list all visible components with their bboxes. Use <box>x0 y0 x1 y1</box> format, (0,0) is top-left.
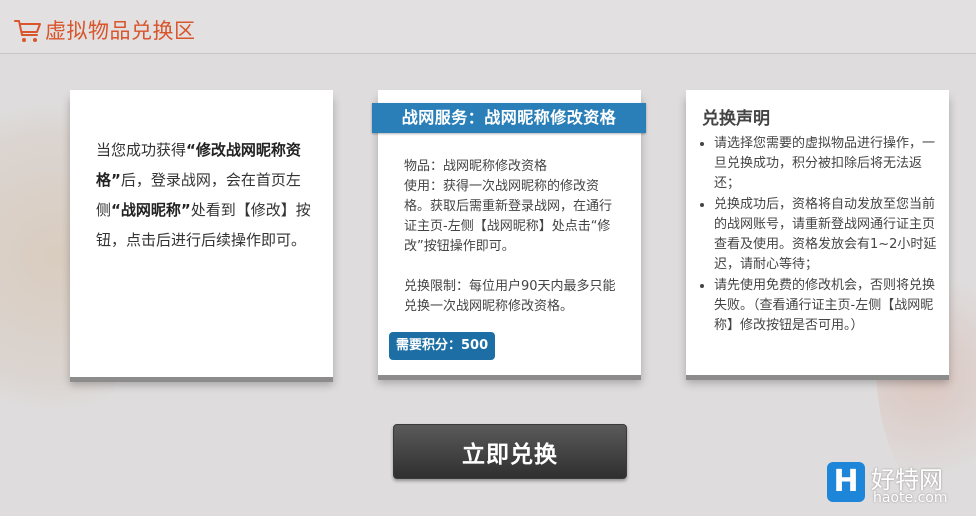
intro-card: 当您成功获得“修改战网昵称资格”后，登录战网，会在首页左侧“战网昵称”处看到【修… <box>70 90 333 377</box>
service-usage-line: 使用：获得一次战网昵称的修改资格。获取后需重新登录战网，在通行证主页-左侧【战网… <box>404 179 613 254</box>
redeem-now-button[interactable]: 立即兑换 <box>393 424 627 479</box>
watermark-logo-icon: H <box>827 462 865 502</box>
service-limit-line: 兑换限制：每位用户90天内最多只能兑换一次战网昵称修改资格。 <box>404 279 616 314</box>
points-required-badge: 需要积分：500 <box>389 332 496 360</box>
intro-text-part-1: 当您成功获得 <box>96 141 187 159</box>
cart-icon <box>14 20 41 42</box>
service-card: 战网服务：战网昵称修改资格 物品：战网昵称修改资格 使用：获得一次战网昵称的修改… <box>372 90 646 375</box>
service-title: 战网服务：战网昵称修改资格 <box>372 103 646 133</box>
intro-highlight-nickname: “战网昵称” <box>111 201 191 219</box>
notice-card: 兑换声明 请选择您需要的虚拟物品进行操作，一旦兑换成功，积分被扣除后将无法返还；… <box>686 90 949 375</box>
notice-item: 请选择您需要的虚拟物品进行操作，一旦兑换成功，积分被扣除后将无法返还； <box>714 134 946 194</box>
service-description: 物品：战网昵称修改资格 使用：获得一次战网昵称的修改资格。获取后需重新登录战网，… <box>404 157 624 317</box>
watermark-site-url: haote.com <box>873 490 948 506</box>
page-header: 虚拟物品兑换区 <box>0 0 976 54</box>
service-item-line: 物品：战网昵称修改资格 <box>404 159 548 174</box>
notice-title: 兑换声明 <box>702 109 770 129</box>
notice-item: 请先使用免费的修改机会，否则将兑换失败。（查看通行证主页-左侧【战网昵称】修改按… <box>714 276 946 336</box>
page-title: 虚拟物品兑换区 <box>45 19 196 43</box>
notice-list: 请选择您需要的虚拟物品进行操作，一旦兑换成功，积分被扣除后将无法返还； 兑换成功… <box>696 134 946 337</box>
intro-text: 当您成功获得“修改战网昵称资格”后，登录战网，会在首页左侧“战网昵称”处看到【修… <box>96 135 312 255</box>
notice-item: 兑换成功后，资格将自动发放至您当前的战网账号，请重新登战网通行证主页查看及使用。… <box>714 195 946 275</box>
